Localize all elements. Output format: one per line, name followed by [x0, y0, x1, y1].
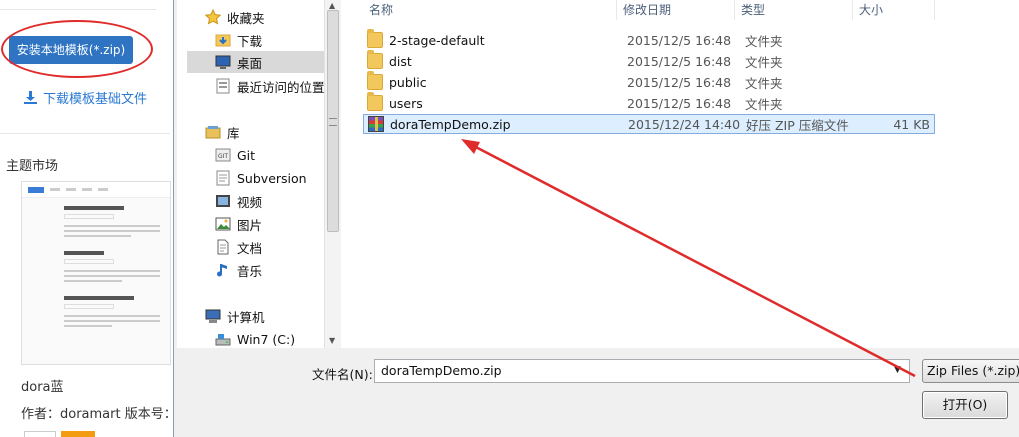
theme-install-button[interactable]: [61, 431, 95, 437]
file-row[interactable]: public 2015/12/5 16:48 文件夹: [363, 71, 935, 92]
music-icon: [215, 262, 231, 278]
nav-documents[interactable]: 文档: [215, 236, 262, 258]
scroll-up-arrow-icon[interactable]: ▲: [329, 1, 335, 10]
file-name: users: [389, 95, 423, 111]
navigation-scrollbar[interactable]: ▲ ▼: [324, 0, 341, 348]
nav-label: 桌面: [237, 55, 263, 71]
nav-label: Git: [237, 147, 256, 163]
folder-icon: [367, 92, 383, 111]
nav-libraries[interactable]: 库: [205, 121, 240, 143]
nav-music[interactable]: 音乐: [215, 259, 262, 281]
theme-author: 作者：doramart 版本号：: [21, 407, 176, 422]
nav-label: 音乐: [237, 263, 263, 279]
file-type: 文件夹: [745, 33, 783, 49]
theme-name: dora蓝: [21, 380, 64, 395]
zip-archive-icon: [368, 116, 384, 132]
file-name: 2-stage-default: [389, 32, 485, 48]
recent-places-icon: [215, 78, 231, 94]
git-icon: GIT: [215, 147, 231, 163]
nav-label: 视频: [237, 194, 263, 210]
computer-icon: [205, 308, 221, 324]
file-date: 2015/12/24 14:40: [628, 116, 741, 132]
nav-label: 下载: [237, 33, 263, 49]
scroll-down-arrow-icon[interactable]: ▼: [329, 336, 335, 345]
nav-label: Subversion: [237, 170, 307, 186]
file-type: 文件夹: [745, 54, 783, 70]
file-size: 41 KB: [893, 116, 930, 132]
column-header-type[interactable]: 类型: [735, 0, 853, 20]
nav-label: 最近访问的位置: [237, 79, 325, 95]
file-date: 2015/12/5 16:48: [627, 95, 732, 111]
video-icon: [215, 193, 231, 209]
nav-videos[interactable]: 视频: [215, 190, 262, 212]
download-template-link[interactable]: 下载模板基础文件: [24, 88, 147, 107]
file-row[interactable]: 2-stage-default 2015/12/5 16:48 文件夹: [363, 29, 935, 50]
nav-downloads[interactable]: 下载: [215, 29, 262, 51]
nav-label: 图片: [237, 217, 263, 233]
nav-computer[interactable]: 计算机: [205, 305, 265, 327]
dialog-bottom-bar: 文件名(N): doraTempDemo.zip ▼ Zip Files (*.…: [174, 348, 1019, 437]
download-link-label: 下载模板基础文件: [43, 92, 148, 107]
file-date: 2015/12/5 16:48: [627, 74, 732, 90]
picture-icon: [215, 216, 231, 232]
open-file-dialog: 收藏夹 下载 桌面 最近访问的位置 库 GIT Git Subversion 视…: [173, 0, 1019, 437]
highlight-ellipse: [1, 20, 153, 78]
star-icon: [205, 9, 221, 25]
file-type-select[interactable]: Zip Files (*.zip): [922, 359, 1019, 383]
nav-desktop[interactable]: 桌面: [187, 51, 324, 73]
filename-label: 文件名(N):: [312, 367, 373, 382]
section-divider: [0, 133, 170, 134]
document-icon: [215, 239, 231, 255]
nav-subversion[interactable]: Subversion: [215, 167, 307, 189]
dialog-content: 收藏夹 下载 桌面 最近访问的位置 库 GIT Git Subversion 视…: [177, 0, 1019, 348]
column-header-size[interactable]: 大小: [853, 0, 935, 20]
file-name: dist: [389, 53, 412, 69]
nav-label: 文档: [237, 240, 263, 256]
subversion-icon: [215, 170, 231, 186]
theme-thumbnail[interactable]: [21, 181, 171, 365]
file-name: doraTempDemo.zip: [390, 116, 511, 132]
column-header-name[interactable]: 名称: [363, 0, 617, 20]
nav-label: 库: [227, 125, 240, 141]
scrollbar-grip: [329, 118, 337, 126]
web-page: 安装本地模板(*.zip) 下载模板基础文件 主题市场 dora蓝 作者：dor…: [0, 0, 176, 437]
folder-icon: [367, 29, 383, 48]
file-type: 好压 ZIP 压缩文件: [746, 117, 849, 133]
file-date: 2015/12/5 16:48: [627, 53, 732, 69]
nav-drive-c[interactable]: Win7 (C:): [215, 328, 295, 350]
folder-icon: [367, 71, 383, 90]
nav-recent-places[interactable]: 最近访问的位置: [215, 75, 325, 97]
nav-git[interactable]: GIT Git: [215, 144, 255, 166]
file-row[interactable]: dist 2015/12/5 16:48 文件夹: [363, 50, 935, 71]
column-header-date[interactable]: 修改日期: [617, 0, 735, 20]
svg-text:GIT: GIT: [218, 153, 228, 160]
file-date: 2015/12/5 16:48: [627, 32, 732, 48]
folder-icon: [367, 50, 383, 69]
theme-preview-button[interactable]: [24, 431, 56, 437]
top-divider: [0, 0, 156, 10]
open-button[interactable]: 打开(O): [922, 391, 1008, 419]
file-type: 文件夹: [745, 96, 783, 112]
nav-label: 收藏夹: [227, 10, 265, 26]
theme-market-title: 主题市场: [6, 159, 59, 174]
file-row[interactable]: users 2015/12/5 16:48 文件夹: [363, 92, 935, 113]
nav-favorites[interactable]: 收藏夹: [205, 6, 265, 28]
desktop-icon: [215, 54, 231, 70]
nav-pictures[interactable]: 图片: [215, 213, 262, 235]
filename-input[interactable]: doraTempDemo.zip: [374, 359, 910, 383]
file-type: 文件夹: [745, 75, 783, 91]
file-name: public: [389, 74, 427, 90]
library-icon: [205, 124, 221, 140]
download-icon: [24, 91, 37, 104]
nav-label: 计算机: [227, 309, 265, 325]
file-row-selected[interactable]: doraTempDemo.zip 2015/12/24 14:40 好压 ZIP…: [363, 114, 935, 134]
nav-label: Win7 (C:): [237, 331, 296, 347]
download-folder-icon: [215, 32, 231, 48]
navigation-pane: 收藏夹 下载 桌面 最近访问的位置 库 GIT Git Subversion 视…: [177, 0, 325, 350]
drive-icon: [215, 331, 231, 347]
filename-dropdown-arrow-icon[interactable]: ▼: [894, 365, 901, 375]
